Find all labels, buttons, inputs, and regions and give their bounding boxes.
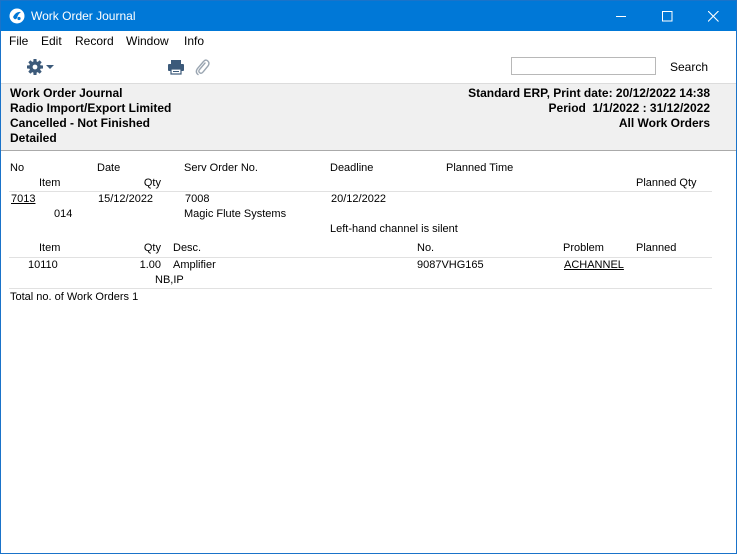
status-filter: Cancelled - Not Finished xyxy=(10,116,151,130)
divider xyxy=(9,288,712,289)
search-input[interactable] xyxy=(511,57,656,75)
order-comment: Left-hand channel is silent xyxy=(330,223,458,235)
menu-file[interactable]: File xyxy=(9,34,28,48)
item-code: 014 xyxy=(54,208,73,220)
window-title: Work Order Journal xyxy=(31,9,136,23)
menu-edit[interactable]: Edit xyxy=(41,34,62,48)
row-qty: 1.00 xyxy=(139,259,161,271)
window: Work Order Journal File Edit Record Wind… xyxy=(0,0,737,554)
col-planned-time: Planned Time xyxy=(446,162,514,174)
menu-record[interactable]: Record xyxy=(75,34,114,48)
menu-window[interactable]: Window xyxy=(126,34,169,48)
menu-info[interactable]: Info xyxy=(184,34,204,48)
col-item: Item xyxy=(39,177,61,189)
period: Period 1/1/2022 : 31/12/2022 xyxy=(548,101,710,115)
chevron-down-icon xyxy=(46,65,54,69)
maximize-icon xyxy=(662,11,673,22)
close-icon xyxy=(708,11,719,22)
sub-col-desc: Desc. xyxy=(173,242,202,254)
row-item: 10110 xyxy=(28,259,58,271)
company-name: Radio Import/Export Limited xyxy=(10,101,172,115)
problem-link[interactable]: ACHANNEL xyxy=(564,259,624,271)
printer-icon[interactable] xyxy=(167,59,185,75)
app-logo-icon xyxy=(9,8,25,24)
serv-order-no: 7008 xyxy=(185,193,210,205)
row-extra: NB,IP xyxy=(155,274,184,286)
divider xyxy=(9,191,712,192)
maximize-button[interactable] xyxy=(644,1,690,31)
sub-col-qty: Qty xyxy=(143,242,161,254)
sub-col-no: No. xyxy=(417,242,435,254)
report-header: Work Order Journal Radio Import/Export L… xyxy=(1,83,736,151)
report-title: Work Order Journal xyxy=(10,86,123,100)
title-bar: Work Order Journal xyxy=(1,1,736,31)
divider xyxy=(9,257,712,258)
col-date: Date xyxy=(97,162,121,174)
col-planned-qty: Planned Qty xyxy=(636,177,697,189)
report-mode: Detailed xyxy=(10,131,57,145)
close-button[interactable] xyxy=(690,1,736,31)
minimize-icon xyxy=(616,16,626,17)
toolbar: Search xyxy=(1,51,736,83)
minimize-button[interactable] xyxy=(598,1,644,31)
col-qty: Qty xyxy=(143,177,161,189)
menu-bar: File Edit Record Window Info xyxy=(1,31,736,51)
sub-col-planned: Planned xyxy=(636,242,677,254)
paperclip-icon[interactable] xyxy=(194,58,210,76)
work-order-link[interactable]: 7013 xyxy=(11,193,35,205)
report-body: No Date Serv Order No. Deadline Planned … xyxy=(1,151,736,553)
sub-col-problem: Problem xyxy=(563,242,604,254)
customer-name: Magic Flute Systems xyxy=(184,208,287,220)
gear-icon[interactable] xyxy=(26,58,56,76)
total-work-orders: Total no. of Work Orders 1 xyxy=(10,291,139,303)
row-serial-no: 9087VHG165 xyxy=(417,259,484,271)
order-filter: All Work Orders xyxy=(618,116,710,130)
search-button[interactable]: Search xyxy=(670,60,708,74)
sub-col-item: Item xyxy=(39,242,61,254)
col-deadline: Deadline xyxy=(330,162,374,174)
row-desc: Amplifier xyxy=(173,259,216,271)
work-order-date: 15/12/2022 xyxy=(98,193,154,205)
deadline-value: 20/12/2022 xyxy=(331,193,387,205)
print-date: Standard ERP, Print date: 20/12/2022 14:… xyxy=(468,86,710,100)
col-no: No xyxy=(10,162,25,174)
col-serv-order: Serv Order No. xyxy=(184,162,258,174)
